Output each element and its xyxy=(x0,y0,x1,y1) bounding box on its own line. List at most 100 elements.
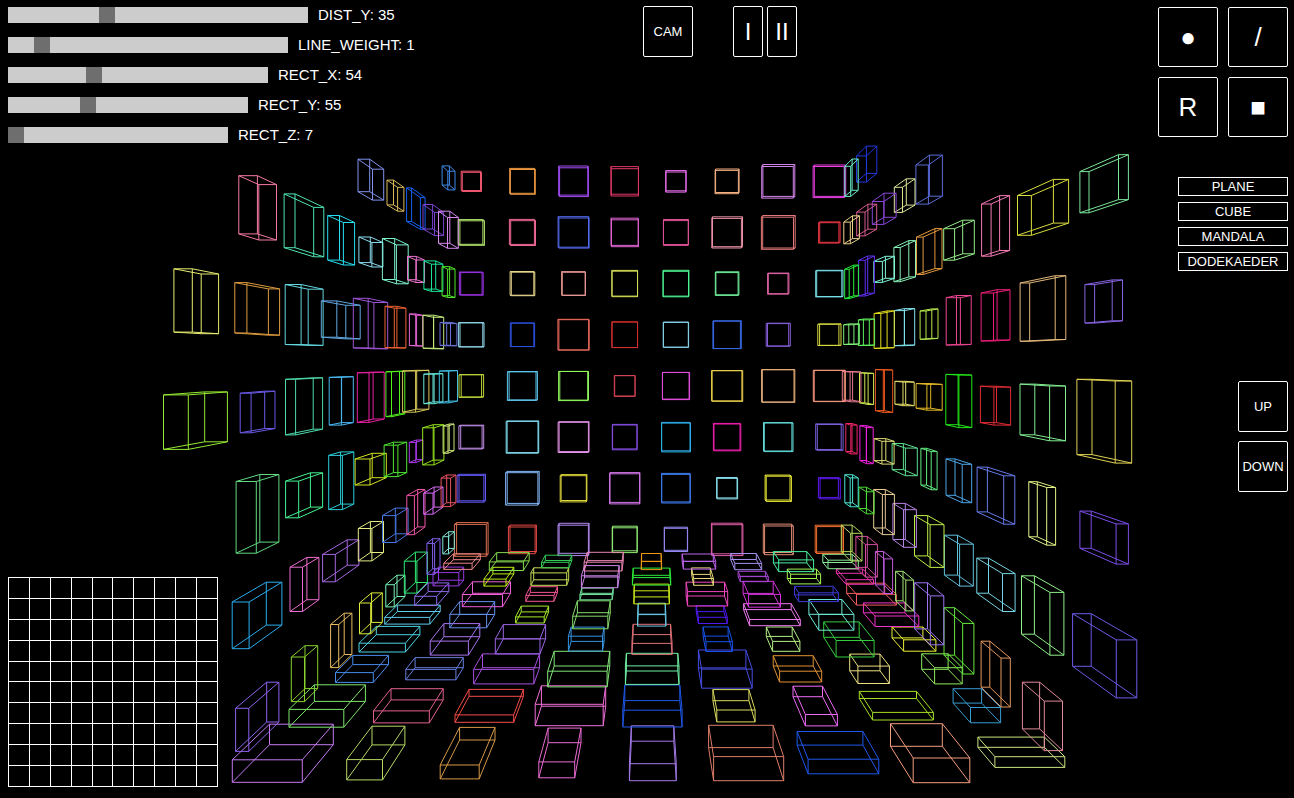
grid-cell[interactable] xyxy=(72,620,93,641)
grid-cell[interactable] xyxy=(134,766,155,787)
slider[interactable]: LINE_WEIGHT: 1 xyxy=(8,37,415,53)
grid-cell[interactable] xyxy=(9,620,30,641)
grid-cell[interactable] xyxy=(30,620,51,641)
shape-button[interactable]: PLANE xyxy=(1178,177,1288,196)
grid-cell[interactable] xyxy=(51,662,72,683)
grid-cell[interactable] xyxy=(93,703,114,724)
grid-cell[interactable] xyxy=(72,641,93,662)
grid-cell[interactable] xyxy=(197,682,218,703)
grid-cell[interactable] xyxy=(30,599,51,620)
grid-cell[interactable] xyxy=(9,641,30,662)
grid-cell[interactable] xyxy=(197,641,218,662)
grid-cell[interactable] xyxy=(176,620,197,641)
grid-cell[interactable] xyxy=(134,682,155,703)
grid-cell[interactable] xyxy=(93,641,114,662)
grid-cell[interactable] xyxy=(176,662,197,683)
shape-button[interactable]: DODEKAEDER xyxy=(1178,252,1288,271)
grid-cell[interactable] xyxy=(51,703,72,724)
grid-cell[interactable] xyxy=(30,641,51,662)
grid-cell[interactable] xyxy=(155,682,176,703)
grid-cell[interactable] xyxy=(30,766,51,787)
grid-cell[interactable] xyxy=(72,682,93,703)
grid-cell[interactable] xyxy=(197,724,218,745)
grid-cell[interactable] xyxy=(113,766,134,787)
single-button[interactable]: I xyxy=(733,6,763,57)
slider-handle[interactable] xyxy=(34,37,50,53)
grid-cell[interactable] xyxy=(176,641,197,662)
grid-cell[interactable] xyxy=(155,620,176,641)
grid-cell[interactable] xyxy=(155,703,176,724)
grid-cell[interactable] xyxy=(197,703,218,724)
grid-cell[interactable] xyxy=(197,745,218,766)
grid-cell[interactable] xyxy=(93,766,114,787)
grid-cell[interactable] xyxy=(30,578,51,599)
grid-cell[interactable] xyxy=(30,662,51,683)
grid-cell[interactable] xyxy=(93,724,114,745)
grid-cell[interactable] xyxy=(72,599,93,620)
slider-handle[interactable] xyxy=(8,127,24,143)
slider[interactable]: RECT_Y: 55 xyxy=(8,97,415,113)
grid-cell[interactable] xyxy=(134,599,155,620)
slider[interactable]: RECT_X: 54 xyxy=(8,67,415,83)
slider-handle[interactable] xyxy=(99,7,115,23)
grid-cell[interactable] xyxy=(72,578,93,599)
grid-cell[interactable] xyxy=(155,766,176,787)
grid-cell[interactable] xyxy=(9,766,30,787)
camera-button[interactable]: DOWN xyxy=(1238,441,1288,492)
cam-button[interactable]: CAM xyxy=(643,6,693,57)
grid-cell[interactable] xyxy=(30,682,51,703)
grid-cell[interactable] xyxy=(155,724,176,745)
grid-cell[interactable] xyxy=(93,662,114,683)
grid-cell[interactable] xyxy=(134,641,155,662)
camera-button[interactable]: UP xyxy=(1238,381,1288,432)
grid-cell[interactable] xyxy=(176,745,197,766)
grid-cell[interactable] xyxy=(176,766,197,787)
grid-cell[interactable] xyxy=(9,599,30,620)
grid-cell[interactable] xyxy=(197,620,218,641)
grid-cell[interactable] xyxy=(155,641,176,662)
grid-cell[interactable] xyxy=(113,620,134,641)
grid-cell[interactable] xyxy=(72,662,93,683)
grid-cell[interactable] xyxy=(176,578,197,599)
grid-cell[interactable] xyxy=(51,641,72,662)
grid-cell[interactable] xyxy=(155,578,176,599)
grid-cell[interactable] xyxy=(134,703,155,724)
grid-cell[interactable] xyxy=(51,724,72,745)
shape-button[interactable]: CUBE xyxy=(1178,202,1288,221)
grid-cell[interactable] xyxy=(197,766,218,787)
grid-cell[interactable] xyxy=(72,745,93,766)
grid-cell[interactable] xyxy=(9,745,30,766)
tool-button[interactable]: R xyxy=(1158,77,1218,137)
grid-cell[interactable] xyxy=(51,620,72,641)
slider[interactable]: RECT_Z: 7 xyxy=(8,127,415,143)
grid-cell[interactable] xyxy=(134,662,155,683)
grid-cell[interactable] xyxy=(51,766,72,787)
grid-cell[interactable] xyxy=(51,578,72,599)
grid-cell[interactable] xyxy=(113,599,134,620)
grid-cell[interactable] xyxy=(197,662,218,683)
grid-cell[interactable] xyxy=(93,682,114,703)
grid-cell[interactable] xyxy=(155,662,176,683)
slider-track[interactable] xyxy=(8,127,228,143)
tool-button[interactable]: ■ xyxy=(1228,77,1288,137)
tool-button[interactable]: ● xyxy=(1158,7,1218,67)
grid-cell[interactable] xyxy=(176,599,197,620)
grid-cell[interactable] xyxy=(134,578,155,599)
grid-cell[interactable] xyxy=(113,724,134,745)
grid-cell[interactable] xyxy=(176,703,197,724)
scene-canvas[interactable] xyxy=(0,0,1294,798)
grid-cell[interactable] xyxy=(72,724,93,745)
grid-cell[interactable] xyxy=(30,745,51,766)
pattern-grid[interactable] xyxy=(8,577,218,787)
grid-cell[interactable] xyxy=(134,745,155,766)
grid-cell[interactable] xyxy=(9,578,30,599)
tool-button[interactable]: / xyxy=(1228,7,1288,67)
grid-cell[interactable] xyxy=(93,620,114,641)
grid-cell[interactable] xyxy=(134,620,155,641)
grid-cell[interactable] xyxy=(93,745,114,766)
grid-cell[interactable] xyxy=(113,662,134,683)
grid-cell[interactable] xyxy=(9,703,30,724)
grid-cell[interactable] xyxy=(113,578,134,599)
grid-cell[interactable] xyxy=(51,745,72,766)
grid-cell[interactable] xyxy=(9,724,30,745)
